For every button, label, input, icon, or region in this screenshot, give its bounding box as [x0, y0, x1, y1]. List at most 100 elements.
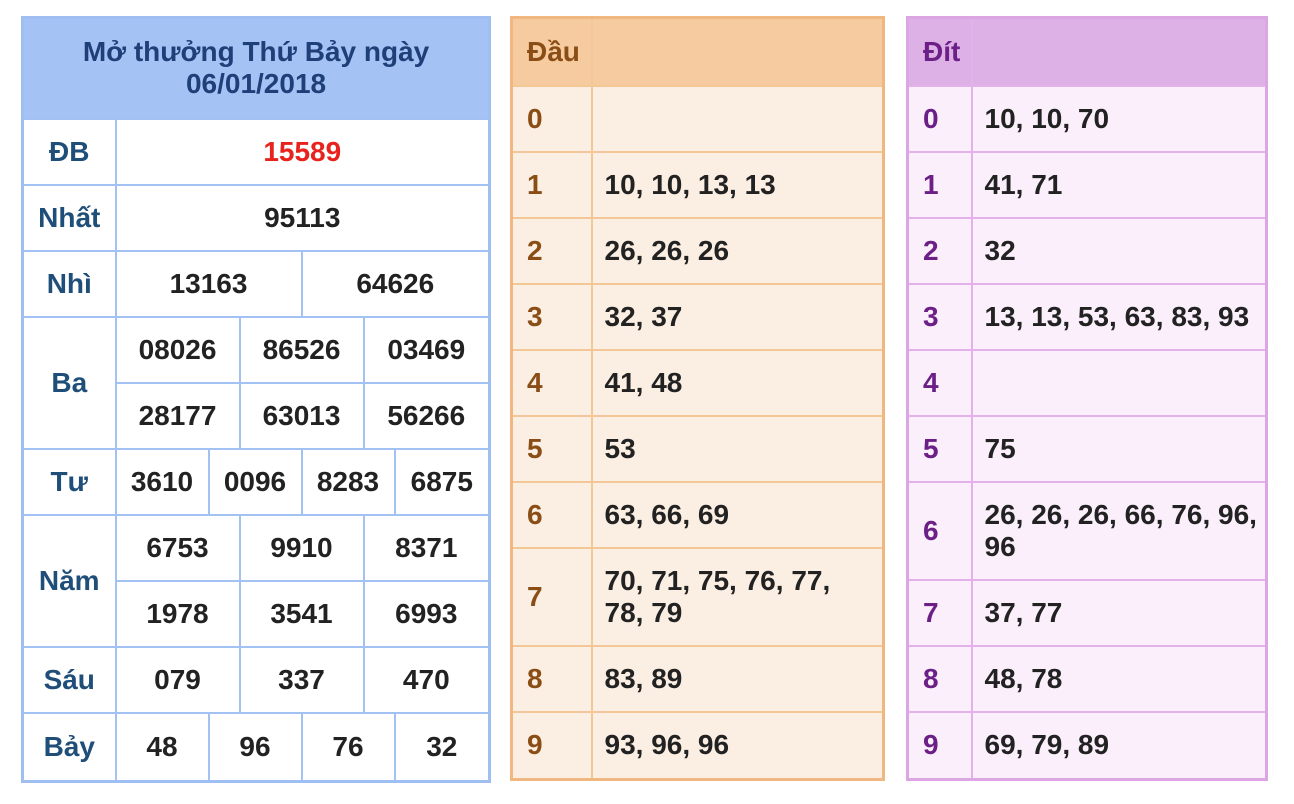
results-date: 06/01/2018	[185, 68, 327, 100]
prize-row-ba: Ba 08026 86526 03469	[21, 315, 491, 450]
prize-number: 48	[114, 711, 210, 783]
dau-row: 8 83, 89	[510, 644, 885, 713]
dit-digit: 5	[906, 414, 973, 483]
dau-digit: 8	[510, 644, 593, 713]
dit-digit: 4	[906, 348, 973, 417]
dit-digit: 8	[906, 644, 973, 713]
dau-values: 26, 26, 26	[590, 216, 885, 285]
dau-digit: 6	[510, 480, 593, 549]
prize-label-bay: Bảy	[21, 711, 117, 783]
dau-header-row: Đầu	[510, 16, 885, 87]
dau-row: 2 26, 26, 26	[510, 216, 885, 285]
dau-values: 93, 96, 96	[590, 710, 885, 781]
dit-row: 5 75	[906, 414, 1268, 483]
dit-values: 13, 13, 53, 63, 83, 93	[970, 282, 1268, 351]
dit-row: 9 69, 79, 89	[906, 710, 1268, 781]
dau-row: 6 63, 66, 69	[510, 480, 885, 549]
prize-number: 95113	[114, 183, 491, 252]
prize-label-nhi: Nhì	[21, 249, 117, 318]
dit-values: 69, 79, 89	[970, 710, 1268, 781]
dau-values	[590, 84, 885, 153]
prize-number: 0096	[207, 447, 303, 516]
prize-number: 6753	[114, 513, 241, 582]
dit-row: 6 26, 26, 26, 66, 76, 96, 96	[906, 480, 1268, 581]
prize-row-nhi: Nhì 13163 64626	[21, 249, 491, 318]
prize-number: 63013	[238, 381, 365, 450]
dit-values: 10, 10, 70	[970, 84, 1268, 153]
prize-number: 1978	[114, 579, 241, 648]
dau-row: 0	[510, 84, 885, 153]
dit-digit: 0	[906, 84, 973, 153]
prize-number: 76	[300, 711, 396, 783]
prize-label-ba: Ba	[21, 315, 117, 450]
prize-number: 08026	[114, 315, 241, 384]
dau-digit: 1	[510, 150, 593, 219]
dit-values: 37, 77	[970, 578, 1268, 647]
dau-values: 70, 71, 75, 76, 77, 78, 79	[590, 546, 885, 647]
dau-digit: 5	[510, 414, 593, 483]
dit-header: Đít	[906, 16, 973, 87]
dit-values: 48, 78	[970, 644, 1268, 713]
prize-row-nhat: Nhất 95113	[21, 183, 491, 252]
prize-number: 6875	[393, 447, 491, 516]
prize-row-bay: Bảy 48 96 76 32	[21, 711, 491, 783]
prize-number: 28177	[114, 381, 241, 450]
dit-header-row: Đít	[906, 16, 1268, 87]
dit-digit: 3	[906, 282, 973, 351]
dau-header: Đầu	[510, 16, 593, 87]
dau-values: 53	[590, 414, 885, 483]
dit-digit: 9	[906, 710, 973, 781]
dit-values: 41, 71	[970, 150, 1268, 219]
prize-number: 96	[207, 711, 303, 783]
dit-row: 4	[906, 348, 1268, 417]
dit-digit: 1	[906, 150, 973, 219]
dit-row: 0 10, 10, 70	[906, 84, 1268, 153]
dau-header-blank	[590, 16, 885, 87]
dau-digit: 7	[510, 546, 593, 647]
dit-row: 1 41, 71	[906, 150, 1268, 219]
dau-digit: 4	[510, 348, 593, 417]
prize-row-db: ĐB 15589	[21, 117, 491, 186]
dit-row: 7 37, 77	[906, 578, 1268, 647]
dit-values	[970, 348, 1268, 417]
prize-number: 6993	[362, 579, 491, 648]
dau-values: 83, 89	[590, 644, 885, 713]
prize-number: 079	[114, 645, 241, 714]
prize-number: 8283	[300, 447, 396, 516]
prize-number: 470	[362, 645, 491, 714]
prize-number: 03469	[362, 315, 491, 384]
dau-digit: 9	[510, 710, 593, 781]
prize-row-tu: Tư 3610 0096 8283 6875	[21, 447, 491, 516]
dit-digit: 6	[906, 480, 973, 581]
prize-label-tu: Tư	[21, 447, 117, 516]
dau-values: 63, 66, 69	[590, 480, 885, 549]
prize-number: 13163	[114, 249, 303, 318]
dau-row: 1 10, 10, 13, 13	[510, 150, 885, 219]
dau-digit: 3	[510, 282, 593, 351]
prize-label-nhat: Nhất	[21, 183, 117, 252]
dau-values: 10, 10, 13, 13	[590, 150, 885, 219]
prize-number: 3610	[114, 447, 210, 516]
dau-values: 32, 37	[590, 282, 885, 351]
prize-number: 56266	[362, 381, 491, 450]
dau-row: 7 70, 71, 75, 76, 77, 78, 79	[510, 546, 885, 647]
prize-number: 9910	[238, 513, 365, 582]
dau-values: 41, 48	[590, 348, 885, 417]
dit-digit: 2	[906, 216, 973, 285]
dit-row: 8 48, 78	[906, 644, 1268, 713]
prize-number: 337	[238, 645, 365, 714]
prize-label-sau: Sáu	[21, 645, 117, 714]
dit-values: 32	[970, 216, 1268, 285]
prize-number: 86526	[238, 315, 365, 384]
dit-table: Đít 0 10, 10, 70 1 41, 71 2 32 3 13, 13,…	[906, 16, 1268, 781]
special-prize-number: 15589	[114, 117, 491, 186]
dit-digit: 7	[906, 578, 973, 647]
dit-row: 2 32	[906, 216, 1268, 285]
results-title: Mở thưởng Thứ Bảy ngày 06/01/2018	[21, 16, 491, 120]
dit-values: 75	[970, 414, 1268, 483]
prize-number: 64626	[300, 249, 491, 318]
prize-number: 8371	[362, 513, 491, 582]
dau-row: 4 41, 48	[510, 348, 885, 417]
dau-table: Đầu 0 1 10, 10, 13, 13 2 26, 26, 26 3 32…	[510, 16, 885, 781]
dau-digit: 2	[510, 216, 593, 285]
